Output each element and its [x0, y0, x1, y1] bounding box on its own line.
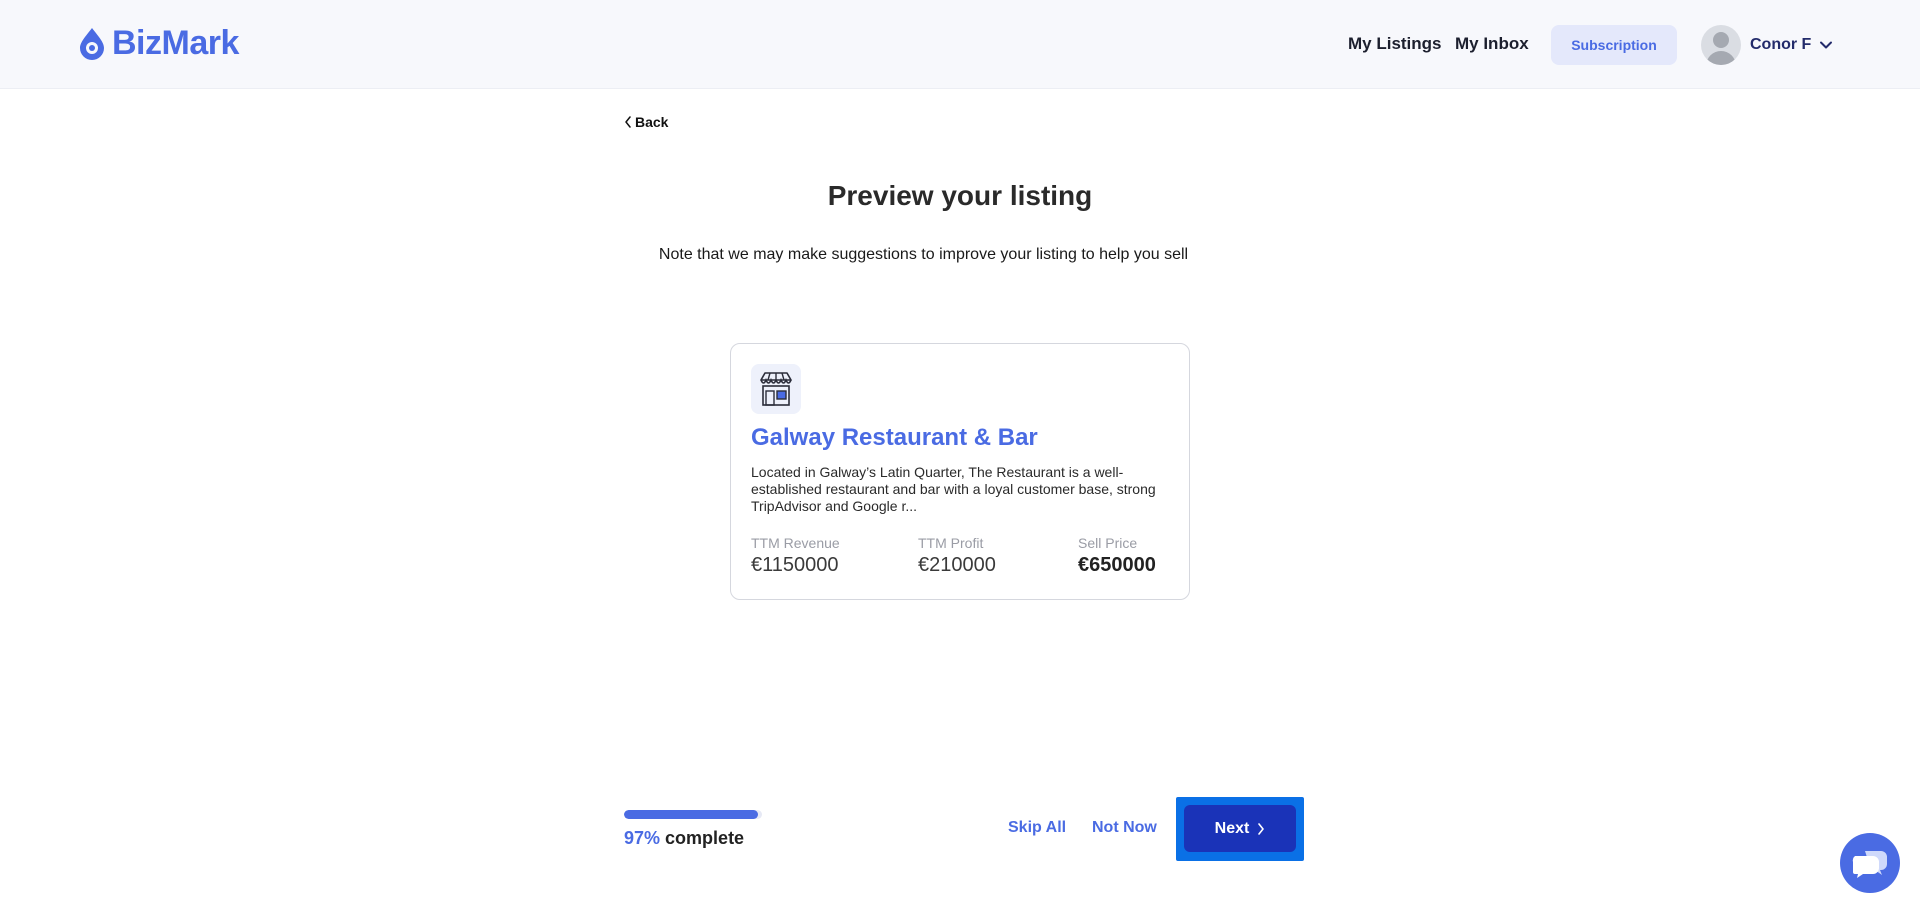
user-avatar-icon [1701, 25, 1741, 65]
chevron-right-icon [1258, 822, 1265, 835]
back-label: Back [635, 114, 669, 130]
chat-support-button[interactable] [1840, 833, 1900, 893]
metric-value: €1150000 [751, 554, 839, 576]
page-title: Preview your listing [827, 180, 1093, 211]
metric-value: €650000 [1078, 554, 1156, 576]
metric-ttm-profit: TTM Profit €210000 [918, 534, 996, 577]
chat-bubbles-icon [1852, 851, 1887, 878]
progress-suffix: complete [665, 828, 745, 848]
listing-title: Galway Restaurant & Bar [751, 424, 1038, 451]
not-now-button[interactable]: Not Now [1092, 819, 1157, 837]
page-note: Note that we may make suggestions to imp… [658, 246, 1189, 263]
progress-bar [624, 810, 762, 819]
next-button[interactable]: Next [1184, 805, 1296, 852]
metric-label: TTM Profit [918, 535, 984, 551]
chevron-down-icon [1820, 41, 1833, 49]
progress-label: 97% complete [624, 828, 744, 849]
metric-sell-price: Sell Price €650000 [1078, 534, 1156, 577]
next-label: Next [1214, 819, 1250, 837]
listing-preview-card[interactable]: Galway Restaurant & Bar Located in Galwa… [730, 343, 1190, 600]
metric-label: TTM Revenue [751, 535, 840, 551]
nav-my-inbox[interactable]: My Inbox [1455, 34, 1529, 54]
top-navbar: BizMark My Listings My Inbox Subscriptio… [0, 0, 1920, 89]
back-link[interactable]: Back [624, 114, 668, 130]
brand-name: BizMark [112, 24, 239, 62]
brand-logo[interactable]: BizMark [78, 26, 239, 60]
metric-value: €210000 [918, 554, 996, 576]
progress-percent: 97% [624, 828, 661, 848]
storefront-icon [751, 364, 801, 414]
listing-description: Located in Galway’s Latin Quarter, The R… [751, 464, 1156, 514]
subscription-button[interactable]: Subscription [1551, 25, 1677, 65]
metric-label: Sell Price [1078, 535, 1138, 551]
user-menu[interactable]: Conor F [1701, 25, 1833, 65]
metric-ttm-revenue: TTM Revenue €1150000 [751, 534, 840, 577]
nav-my-listings[interactable]: My Listings [1348, 34, 1442, 54]
droplet-logo-icon [80, 28, 104, 60]
chevron-left-icon [625, 116, 631, 128]
user-name: Conor F [1750, 36, 1812, 53]
progress-fill [624, 810, 758, 819]
skip-all-button[interactable]: Skip All [1008, 819, 1066, 837]
